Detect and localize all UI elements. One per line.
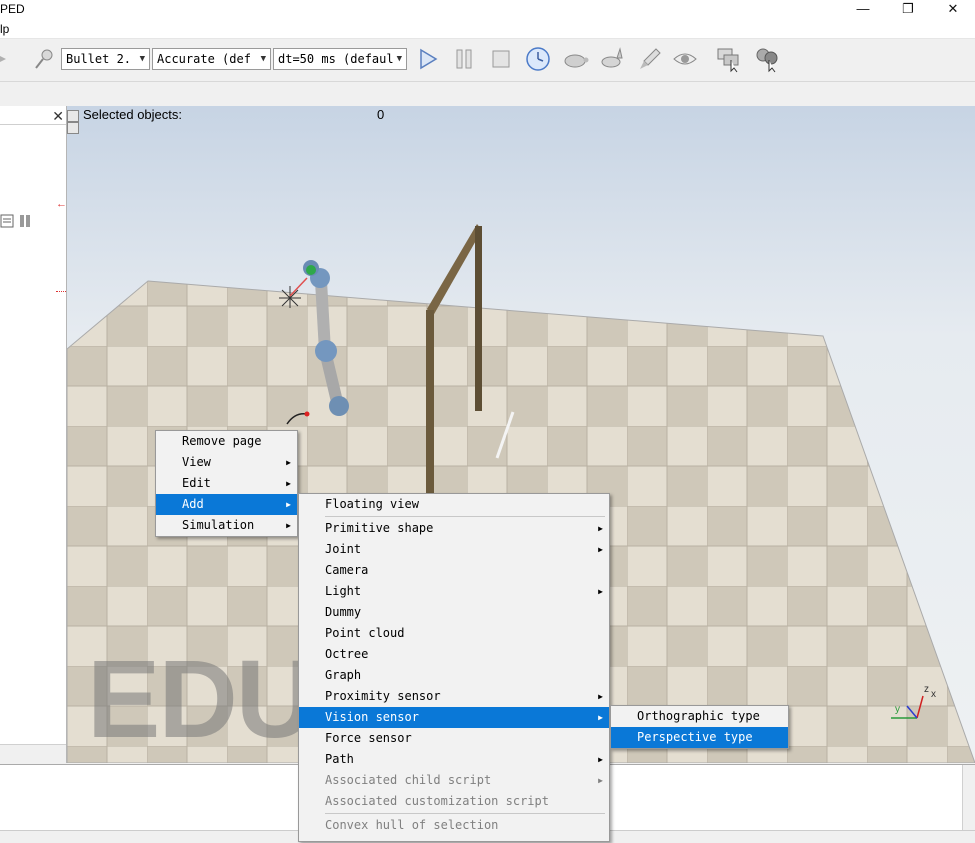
viewport-menu-button[interactable]: [67, 110, 79, 122]
close-icon[interactable]: ✕: [52, 108, 64, 125]
menu-item-graph[interactable]: Graph: [299, 665, 609, 686]
menu-item-floating-view[interactable]: Floating view: [299, 494, 609, 515]
timestep-select[interactable]: dt=50 ms (defaul ▼: [273, 48, 407, 70]
menu-item-camera[interactable]: Camera: [299, 560, 609, 581]
submenu-arrow-icon: ▶: [286, 500, 291, 509]
axis-x-label: x: [931, 689, 936, 700]
realtime-clock-icon[interactable]: [524, 45, 552, 73]
restore-button[interactable]: ❐: [885, 0, 931, 20]
submenu-arrow-icon: ▶: [598, 755, 603, 764]
menu-help[interactable]: lp: [0, 22, 9, 36]
menu-item-path[interactable]: Path ▶: [299, 749, 609, 770]
submenu-arrow-icon: ▶: [598, 692, 603, 701]
menu-item-perspective-type[interactable]: Perspective type: [611, 727, 788, 748]
submenu-arrow-icon: ▶: [598, 776, 603, 785]
horizontal-scrollbar[interactable]: [0, 744, 66, 763]
menu-item-convex-hull: Convex hull of selection: [325, 818, 499, 832]
scene-pages-icon[interactable]: [715, 45, 743, 73]
menu-item-light[interactable]: Light ▶: [299, 581, 609, 602]
chevron-down-icon: ▼: [139, 54, 145, 64]
close-button[interactable]: ✕: [930, 0, 975, 20]
probe-icon[interactable]: [30, 45, 58, 73]
submenu-arrow-icon: ▶: [286, 458, 291, 467]
scene-hierarchy-panel: ✕ ←: [0, 106, 67, 763]
menu-bar: lp: [0, 20, 975, 39]
speed-up-rabbit-icon[interactable]: [598, 45, 626, 73]
toolbar: Bullet 2. ▼ Accurate (def ▼ dt=50 ms (defa…: [0, 39, 975, 82]
slow-down-turtle-icon[interactable]: [561, 45, 589, 73]
chevron-down-icon: ▼: [396, 54, 402, 64]
menu-item-edit[interactable]: Edit ▶: [156, 473, 297, 494]
submenu-arrow-icon: ▶: [286, 479, 291, 488]
menu-item-octree[interactable]: Octree: [299, 644, 609, 665]
panel-icons[interactable]: [0, 214, 36, 228]
accuracy-select[interactable]: Accurate (def ▼: [152, 48, 271, 70]
add-submenu: Floating view Primitive shape ▶ Joint ▶ Ca…: [298, 493, 610, 842]
left-arrow-icon: ←: [56, 198, 67, 210]
window-title: PED: [0, 2, 25, 16]
menu-item-dummy[interactable]: Dummy: [299, 602, 609, 623]
menu-separator: [325, 813, 605, 814]
submenu-arrow-icon: ▶: [598, 545, 603, 554]
title-bar: PED — ❐ ✕: [0, 0, 975, 20]
menu-item-orthographic-type[interactable]: Orthographic type: [611, 706, 788, 727]
thread-rocket-icon[interactable]: [636, 45, 664, 73]
menu-item-force-sensor[interactable]: Force sensor: [299, 728, 609, 749]
context-menu: Remove page View ▶ Edit ▶ Add ▶ Simulation ▶: [155, 430, 298, 537]
play-icon[interactable]: [414, 45, 442, 73]
selected-objects-label: Selected objects:: [83, 107, 183, 122]
scene-selector-icon[interactable]: [753, 45, 781, 73]
viewport-toggle-button[interactable]: [67, 122, 79, 134]
shift-icon[interactable]: [0, 45, 18, 73]
menu-item-primitive-shape[interactable]: Primitive shape ▶: [299, 518, 609, 539]
dotted-marker: [56, 291, 66, 292]
submenu-arrow-icon: ▶: [286, 521, 291, 530]
submenu-arrow-icon: ▶: [598, 524, 603, 533]
submenu-arrow-icon: ▶: [598, 713, 603, 722]
stop-icon[interactable]: [487, 45, 515, 73]
edu-watermark: EDU: [87, 638, 315, 761]
menu-item-view[interactable]: View ▶: [156, 452, 297, 473]
minimize-button[interactable]: —: [840, 0, 886, 20]
pause-icon[interactable]: [450, 45, 478, 73]
secondary-toolbar: [0, 82, 975, 107]
vision-sensor-submenu: Orthographic type Perspective type: [610, 705, 789, 749]
selected-objects-count: 0: [377, 107, 385, 122]
menu-item-point-cloud[interactable]: Point cloud: [299, 623, 609, 644]
menu-separator: [325, 516, 605, 517]
submenu-arrow-icon: ▶: [598, 587, 603, 596]
visualization-eye-icon[interactable]: [671, 45, 699, 73]
physics-engine-select[interactable]: Bullet 2. ▼: [61, 48, 150, 70]
menu-item-remove-page[interactable]: Remove page: [156, 431, 297, 452]
menu-item-add[interactable]: Add ▶: [156, 494, 297, 515]
menu-item-vision-sensor[interactable]: Vision sensor ▶: [299, 707, 609, 728]
menu-item-joint[interactable]: Joint ▶: [299, 539, 609, 560]
chevron-down-icon: ▼: [260, 54, 266, 64]
menu-item-associated-child-script: Associated child script ▶: [299, 770, 609, 791]
menu-item-associated-customization-script: Associated customization script: [325, 794, 549, 808]
console-scrollbar[interactable]: [962, 765, 975, 831]
axis-z-label: z: [924, 684, 929, 695]
axis-y-label: y: [895, 704, 900, 715]
menu-item-proximity-sensor[interactable]: Proximity sensor ▶: [299, 686, 609, 707]
menu-item-simulation[interactable]: Simulation ▶: [156, 515, 297, 536]
